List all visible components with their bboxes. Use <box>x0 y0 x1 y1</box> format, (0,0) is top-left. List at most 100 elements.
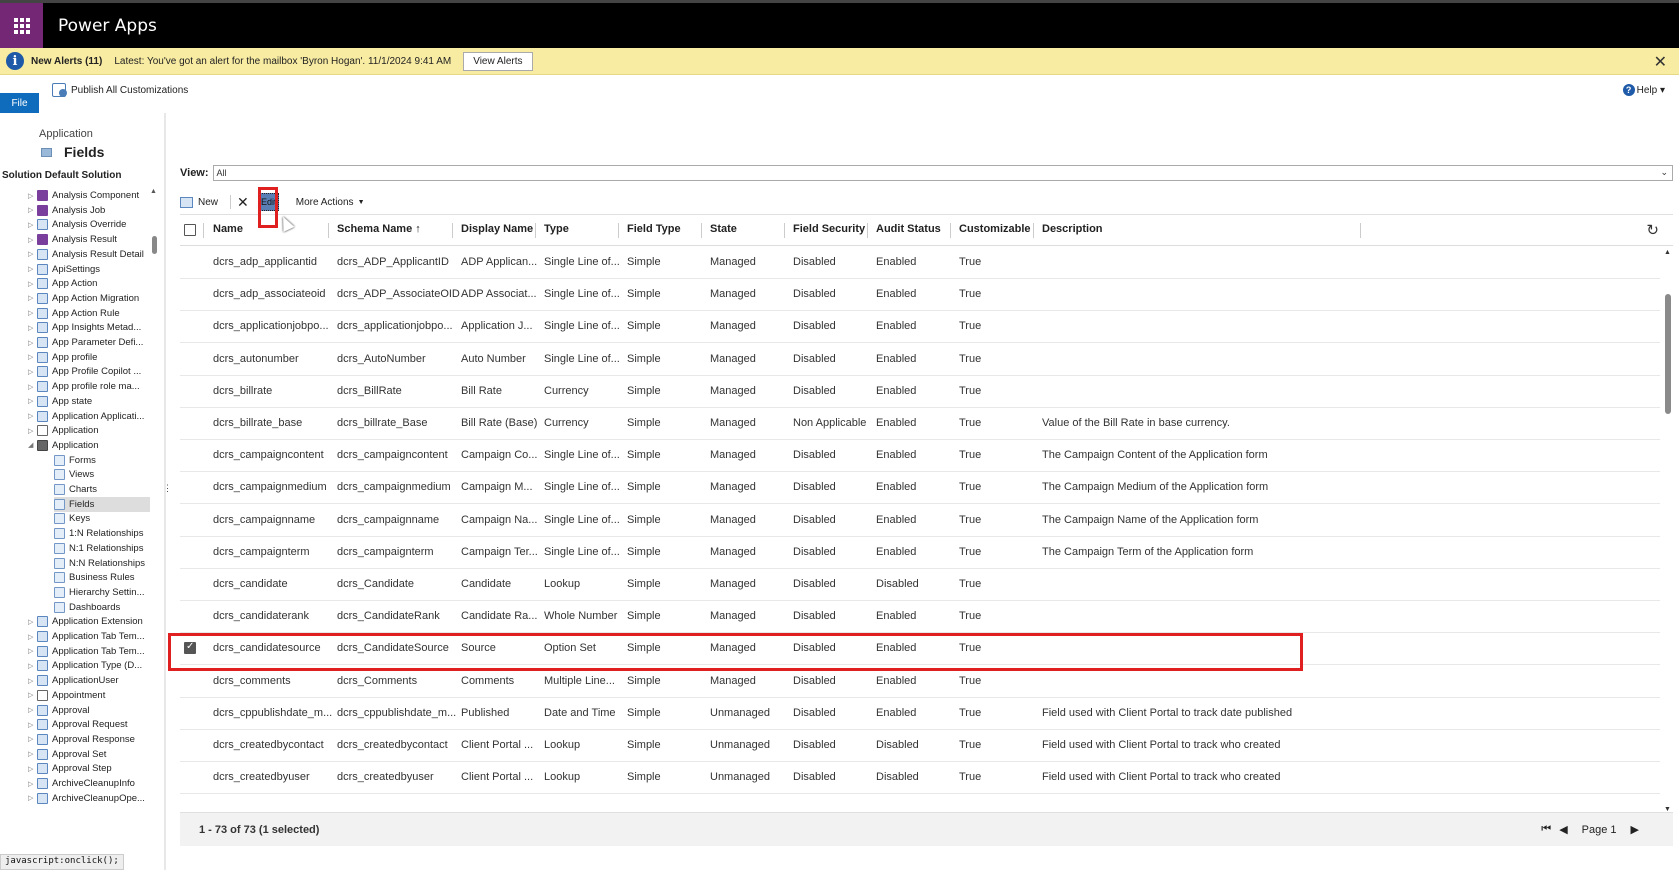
table-row[interactable]: dcrs_cppublishdate_m... dcrs_cppublishdat… <box>180 698 1660 730</box>
collapsed-arrow-icon[interactable]: ▷ <box>28 677 37 685</box>
collapsed-arrow-icon[interactable]: ▷ <box>28 780 37 788</box>
tree-item[interactable]: ▷ ArchiveCleanupOpe... <box>28 791 150 806</box>
table-row[interactable]: dcrs_campaigncontent dcrs_campaigncontent… <box>180 440 1660 473</box>
collapsed-arrow-icon[interactable]: ▷ <box>28 794 37 802</box>
table-cell[interactable]: dcrs_createdbyuser <box>213 771 310 783</box>
collapsed-arrow-icon[interactable]: ▷ <box>28 353 37 361</box>
table-row[interactable]: dcrs_campaignterm dcrs_campaignterm Campai… <box>180 537 1660 569</box>
table-row[interactable]: dcrs_applicationjobpo... dcrs_application… <box>180 311 1660 344</box>
tree-item[interactable]: Hierarchy Settin... <box>54 585 150 600</box>
table-row[interactable]: dcrs_campaignname dcrs_campaignname Campai… <box>180 505 1660 537</box>
tree-item[interactable]: ▷ Analysis Result Detail <box>28 247 150 262</box>
tree-item[interactable]: ▷ App profile role ma... <box>28 379 150 394</box>
tree-item[interactable]: ▷ Approval Response <box>28 732 150 747</box>
column-divider[interactable] <box>618 223 619 238</box>
collapsed-arrow-icon[interactable]: ▷ <box>28 735 37 743</box>
column-header[interactable]: Display Name <box>461 223 533 235</box>
tree-item[interactable]: Keys <box>54 511 150 526</box>
table-row[interactable]: dcrs_billrate_base dcrs_billrate_Base Bill… <box>180 408 1660 440</box>
tree-item[interactable]: ▷ App Parameter Defi... <box>28 335 150 350</box>
collapsed-arrow-icon[interactable]: ▷ <box>28 412 37 420</box>
close-icon[interactable]: ✕ <box>1654 52 1667 72</box>
tree-item[interactable]: Business Rules <box>54 570 150 585</box>
tree-item[interactable]: ▷ Analysis Result <box>28 232 150 247</box>
tree-item[interactable]: ▷ Application Type (D... <box>28 658 150 673</box>
column-header[interactable]: State <box>710 223 737 235</box>
table-row[interactable]: dcrs_createdbycontact dcrs_createdbyconta… <box>180 730 1660 762</box>
app-launcher-waffle-icon[interactable] <box>0 3 43 48</box>
view-alerts-button[interactable]: View Alerts <box>463 51 533 71</box>
table-cell[interactable]: dcrs_campaignterm <box>213 546 310 558</box>
collapsed-arrow-icon[interactable]: ▷ <box>28 721 37 729</box>
column-header[interactable]: Name <box>213 223 243 235</box>
tree-item[interactable]: Views <box>54 467 150 482</box>
table-cell[interactable]: dcrs_candidaterank <box>213 610 309 622</box>
column-divider[interactable] <box>328 223 329 238</box>
collapsed-arrow-icon[interactable]: ▷ <box>28 647 37 655</box>
collapsed-arrow-icon[interactable]: ▷ <box>28 309 37 317</box>
column-divider[interactable] <box>867 223 868 238</box>
collapsed-arrow-icon[interactable]: ▷ <box>28 236 37 244</box>
column-divider[interactable] <box>1360 223 1361 238</box>
select-all-checkbox[interactable] <box>184 224 196 236</box>
tree-item[interactable]: ▷ Approval Step <box>28 761 150 776</box>
column-divider[interactable] <box>701 223 702 238</box>
table-row[interactable]: dcrs_candidate dcrs_Candidate Candidate Loo… <box>180 569 1660 601</box>
tree-item[interactable]: ▷ ApiSettings <box>28 262 150 277</box>
previous-page-icon[interactable]: ◀ <box>1559 823 1567 836</box>
collapsed-arrow-icon[interactable]: ▷ <box>28 633 37 641</box>
tree-item[interactable]: ▷ Analysis Job <box>28 203 150 218</box>
table-row[interactable]: dcrs_createdbyuser dcrs_createdbyuser Clie… <box>180 762 1660 795</box>
view-select[interactable]: All ⌄ <box>212 165 1673 181</box>
collapsed-arrow-icon[interactable]: ▷ <box>28 368 37 376</box>
column-divider[interactable] <box>203 223 204 238</box>
table-cell[interactable]: dcrs_billrate <box>213 385 272 397</box>
table-cell[interactable]: dcrs_campaignmedium <box>213 481 327 493</box>
table-cell[interactable]: dcrs_autonumber <box>213 353 299 365</box>
scroll-up-icon[interactable]: ▲ <box>150 188 157 195</box>
tree-item[interactable]: ▷ Application Extension <box>28 614 150 629</box>
tree-item[interactable]: ▷ ArchiveCleanupInfo <box>28 776 150 791</box>
tree-item[interactable]: ▷ Application Tab Tem... <box>28 644 150 659</box>
publish-all-customizations-button[interactable]: Publish All Customizations <box>52 83 188 97</box>
table-row[interactable]: dcrs_campaignmedium dcrs_campaignmedium Ca… <box>180 472 1660 505</box>
column-divider[interactable] <box>452 223 453 238</box>
tree-item[interactable]: ▷ Application <box>28 423 150 438</box>
tree-item[interactable]: ▷ App Action Rule <box>28 306 150 321</box>
tree-item[interactable]: ▷ Appointment <box>28 688 150 703</box>
collapsed-arrow-icon[interactable]: ▷ <box>28 250 37 258</box>
tree-item[interactable]: ▷ Analysis Component <box>28 188 150 203</box>
tree-item[interactable]: ▷ App Action <box>28 276 150 291</box>
more-actions-button[interactable]: More Actions ▼ <box>296 197 365 208</box>
collapsed-arrow-icon[interactable]: ▷ <box>28 339 37 347</box>
collapsed-arrow-icon[interactable]: ▷ <box>28 221 37 229</box>
tree-item[interactable]: N:N Relationships <box>54 556 150 571</box>
scroll-up-icon[interactable]: ▲ <box>1664 249 1671 256</box>
tree-item[interactable]: Fields <box>54 496 150 512</box>
collapsed-arrow-icon[interactable]: ▷ <box>28 294 37 302</box>
refresh-icon[interactable]: ↻ <box>1646 221 1659 239</box>
table-cell[interactable]: dcrs_campaigncontent <box>213 449 324 461</box>
tree-scrollbar[interactable]: ▲ <box>150 186 158 870</box>
expanded-arrow-icon[interactable]: ◢ <box>28 441 37 449</box>
collapsed-arrow-icon[interactable]: ▷ <box>28 765 37 773</box>
column-divider[interactable] <box>950 223 951 238</box>
grid-scroll-thumb[interactable] <box>1665 294 1671 414</box>
collapsed-arrow-icon[interactable]: ▷ <box>28 691 37 699</box>
tree-item[interactable]: Forms <box>54 453 150 468</box>
column-divider[interactable] <box>535 223 536 238</box>
tree-item[interactable]: Dashboards <box>54 600 150 615</box>
tree-item[interactable]: ▷ App Insights Metad... <box>28 320 150 335</box>
tree-item[interactable]: ◢ Application <box>28 438 150 453</box>
collapsed-arrow-icon[interactable]: ▷ <box>28 706 37 714</box>
tree-item[interactable]: ▷ Approval Set <box>28 747 150 762</box>
column-header[interactable]: Type <box>544 223 569 235</box>
collapsed-arrow-icon[interactable]: ▷ <box>28 265 37 273</box>
new-button[interactable]: New <box>180 196 218 208</box>
tree-item[interactable]: ▷ Approval <box>28 703 150 718</box>
column-header[interactable]: Field Type <box>627 223 681 235</box>
column-header[interactable]: Audit Status <box>876 223 941 235</box>
table-cell[interactable]: dcrs_candidate <box>213 578 288 590</box>
table-cell[interactable]: dcrs_cppublishdate_m... <box>213 707 332 719</box>
column-header[interactable]: Field Security <box>793 223 865 235</box>
